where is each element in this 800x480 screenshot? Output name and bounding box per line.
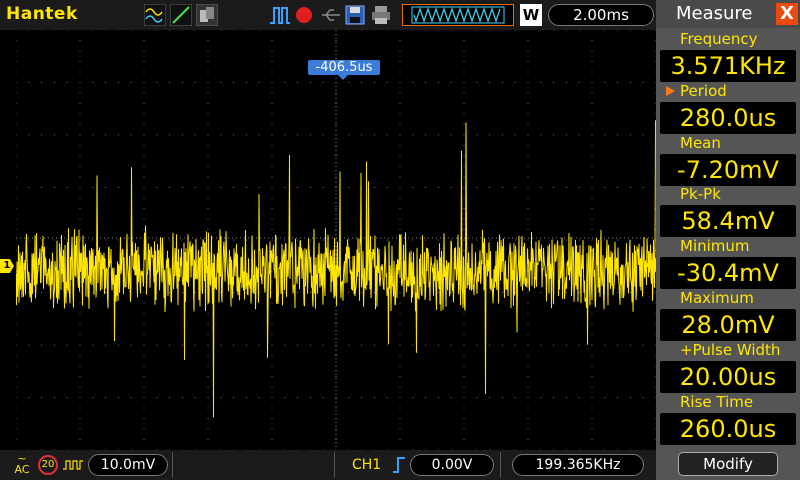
measure-value: 28.0mV bbox=[660, 309, 796, 341]
memory-depth-icon[interactable] bbox=[402, 4, 514, 26]
measure-label[interactable]: Rise Time bbox=[680, 393, 798, 411]
measure-header: Measure X bbox=[656, 0, 800, 28]
trigger-level-marker[interactable] bbox=[644, 258, 656, 272]
ch1-trace bbox=[16, 120, 656, 418]
rising-edge-icon[interactable] bbox=[392, 456, 406, 474]
grid bbox=[16, 30, 656, 450]
brand-logo: Hantek bbox=[6, 4, 78, 24]
measure-label[interactable]: Pk-Pk bbox=[680, 185, 798, 203]
measure-value: 58.4mV bbox=[660, 205, 796, 238]
time-base-readout[interactable]: 2.00ms bbox=[548, 4, 654, 26]
measure-title: Measure bbox=[676, 3, 753, 24]
volts-div-readout[interactable]: 10.0mV bbox=[88, 454, 168, 476]
waveform-display[interactable]: -406.5us 1 bbox=[0, 30, 656, 450]
run-stop-pulse-icon[interactable] bbox=[268, 4, 292, 26]
measure-label[interactable]: Period bbox=[666, 82, 798, 100]
measure-value: 280.0us bbox=[660, 101, 796, 134]
measure-value: -7.20mV bbox=[660, 153, 796, 186]
measure-value: -30.4mV bbox=[660, 257, 796, 290]
ch1-offset-marker[interactable]: 1 bbox=[0, 259, 14, 273]
trigger-position-marker[interactable]: -406.5us bbox=[308, 60, 380, 80]
measure-value: 3.571KHz bbox=[660, 50, 796, 82]
measure-value: 20.00us bbox=[660, 360, 796, 393]
coupling-label: AC bbox=[14, 463, 30, 476]
bottom-status-bar: ~ AC 20 10.0mV CH1 0.00V 199.365KHz bbox=[0, 450, 656, 480]
measure-label[interactable]: Minimum bbox=[680, 237, 798, 255]
measure-label[interactable]: Maximum bbox=[680, 289, 798, 307]
persist-icon[interactable] bbox=[196, 4, 218, 26]
save-icon[interactable] bbox=[344, 4, 366, 26]
divider bbox=[334, 452, 335, 478]
probe-pulse-icon bbox=[63, 460, 83, 470]
waveform-plot bbox=[16, 30, 656, 450]
measure-panel: Measure X Frequency 3.571KHz Period 280.0us… bbox=[656, 0, 800, 480]
top-toolbar: Hantek W 2.00ms bbox=[0, 0, 656, 30]
waveform-mode-icon[interactable] bbox=[144, 4, 166, 26]
measure-label[interactable]: Frequency bbox=[680, 30, 798, 48]
trigger-source-label: CH1 bbox=[352, 457, 382, 473]
measure-value: 260.0us bbox=[660, 412, 796, 445]
ac-coupling-icon[interactable]: ~ AC bbox=[10, 453, 34, 475]
record-dot-icon[interactable] bbox=[294, 4, 316, 26]
measure-label[interactable]: +Pulse Width bbox=[680, 341, 798, 359]
trigger-frequency-readout: 199.365KHz bbox=[512, 454, 644, 476]
close-button[interactable]: X bbox=[776, 3, 798, 25]
divider bbox=[172, 452, 173, 478]
modify-button[interactable]: Modify bbox=[678, 452, 778, 476]
bandwidth-limit-icon[interactable]: 20 bbox=[38, 455, 58, 475]
line-mode-icon[interactable] bbox=[170, 4, 192, 26]
divider bbox=[500, 452, 501, 478]
w-mode-icon[interactable]: W bbox=[520, 4, 542, 26]
measure-label[interactable]: Mean bbox=[680, 134, 798, 152]
trigger-level-readout[interactable]: 0.00V bbox=[410, 454, 494, 476]
print-icon[interactable] bbox=[370, 4, 392, 26]
usb-icon bbox=[322, 9, 340, 21]
